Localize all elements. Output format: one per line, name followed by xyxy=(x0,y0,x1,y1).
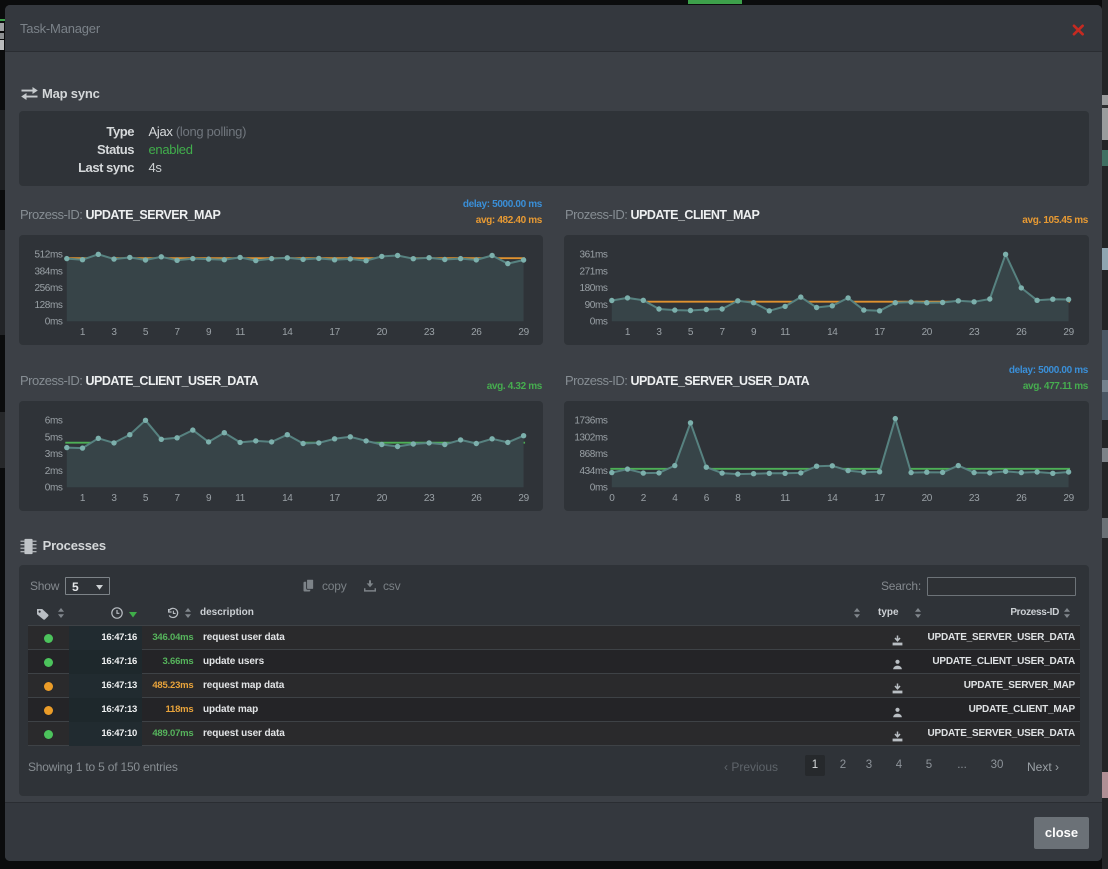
svg-text:9: 9 xyxy=(206,493,212,504)
svg-text:20: 20 xyxy=(922,493,933,504)
svg-text:2ms: 2ms xyxy=(45,465,63,476)
svg-text:1: 1 xyxy=(625,327,631,338)
svg-text:23: 23 xyxy=(969,493,980,504)
svg-text:17: 17 xyxy=(329,327,340,338)
svg-text:384ms: 384ms xyxy=(34,266,62,277)
svg-text:0ms: 0ms xyxy=(45,316,63,327)
svg-text:26: 26 xyxy=(471,327,482,338)
svg-text:4: 4 xyxy=(672,493,678,504)
svg-text:1: 1 xyxy=(80,327,86,338)
svg-text:128ms: 128ms xyxy=(34,299,62,310)
svg-text:3ms: 3ms xyxy=(45,449,63,460)
svg-text:11: 11 xyxy=(780,493,790,504)
svg-text:11: 11 xyxy=(235,493,245,504)
svg-text:11: 11 xyxy=(780,327,790,338)
svg-text:17: 17 xyxy=(329,493,340,504)
svg-text:17: 17 xyxy=(874,493,885,504)
svg-text:14: 14 xyxy=(282,327,293,338)
svg-text:7: 7 xyxy=(720,327,726,338)
svg-text:361ms: 361ms xyxy=(579,249,607,260)
svg-text:3: 3 xyxy=(656,327,662,338)
svg-text:6ms: 6ms xyxy=(45,415,63,426)
svg-text:512ms: 512ms xyxy=(34,249,62,260)
svg-text:14: 14 xyxy=(827,327,838,338)
svg-text:23: 23 xyxy=(969,327,980,338)
svg-text:90ms: 90ms xyxy=(585,299,608,310)
svg-text:0ms: 0ms xyxy=(590,316,608,327)
svg-text:14: 14 xyxy=(827,493,838,504)
svg-text:434ms: 434ms xyxy=(579,465,607,476)
svg-text:868ms: 868ms xyxy=(579,449,607,460)
svg-text:29: 29 xyxy=(518,493,529,504)
svg-text:0: 0 xyxy=(609,493,615,504)
svg-text:5: 5 xyxy=(143,327,149,338)
svg-text:7: 7 xyxy=(175,327,181,338)
svg-text:11: 11 xyxy=(235,327,245,338)
svg-text:9: 9 xyxy=(751,327,757,338)
svg-text:0ms: 0ms xyxy=(590,482,608,493)
svg-text:2: 2 xyxy=(641,493,647,504)
svg-text:1: 1 xyxy=(80,493,86,504)
svg-text:5: 5 xyxy=(688,327,694,338)
svg-text:26: 26 xyxy=(1016,327,1027,338)
svg-text:7: 7 xyxy=(175,493,181,504)
svg-text:6: 6 xyxy=(704,493,710,504)
svg-text:17: 17 xyxy=(874,327,885,338)
svg-text:20: 20 xyxy=(922,327,933,338)
svg-text:20: 20 xyxy=(377,327,388,338)
svg-text:5: 5 xyxy=(143,493,149,504)
svg-text:9: 9 xyxy=(206,327,212,338)
svg-text:8: 8 xyxy=(735,493,741,504)
svg-text:5ms: 5ms xyxy=(45,432,63,443)
svg-text:23: 23 xyxy=(424,327,435,338)
svg-text:3: 3 xyxy=(111,327,117,338)
svg-text:14: 14 xyxy=(282,493,293,504)
svg-text:26: 26 xyxy=(471,493,482,504)
svg-text:0ms: 0ms xyxy=(45,482,63,493)
svg-text:3: 3 xyxy=(111,493,117,504)
svg-text:23: 23 xyxy=(424,493,435,504)
svg-text:20: 20 xyxy=(377,493,388,504)
svg-text:26: 26 xyxy=(1016,493,1027,504)
svg-text:271ms: 271ms xyxy=(579,266,607,277)
svg-text:1302ms: 1302ms xyxy=(574,432,608,443)
svg-text:1736ms: 1736ms xyxy=(574,415,608,426)
svg-text:29: 29 xyxy=(518,327,529,338)
svg-text:29: 29 xyxy=(1063,327,1074,338)
svg-text:256ms: 256ms xyxy=(34,283,62,294)
svg-text:180ms: 180ms xyxy=(579,283,607,294)
svg-text:29: 29 xyxy=(1063,493,1074,504)
